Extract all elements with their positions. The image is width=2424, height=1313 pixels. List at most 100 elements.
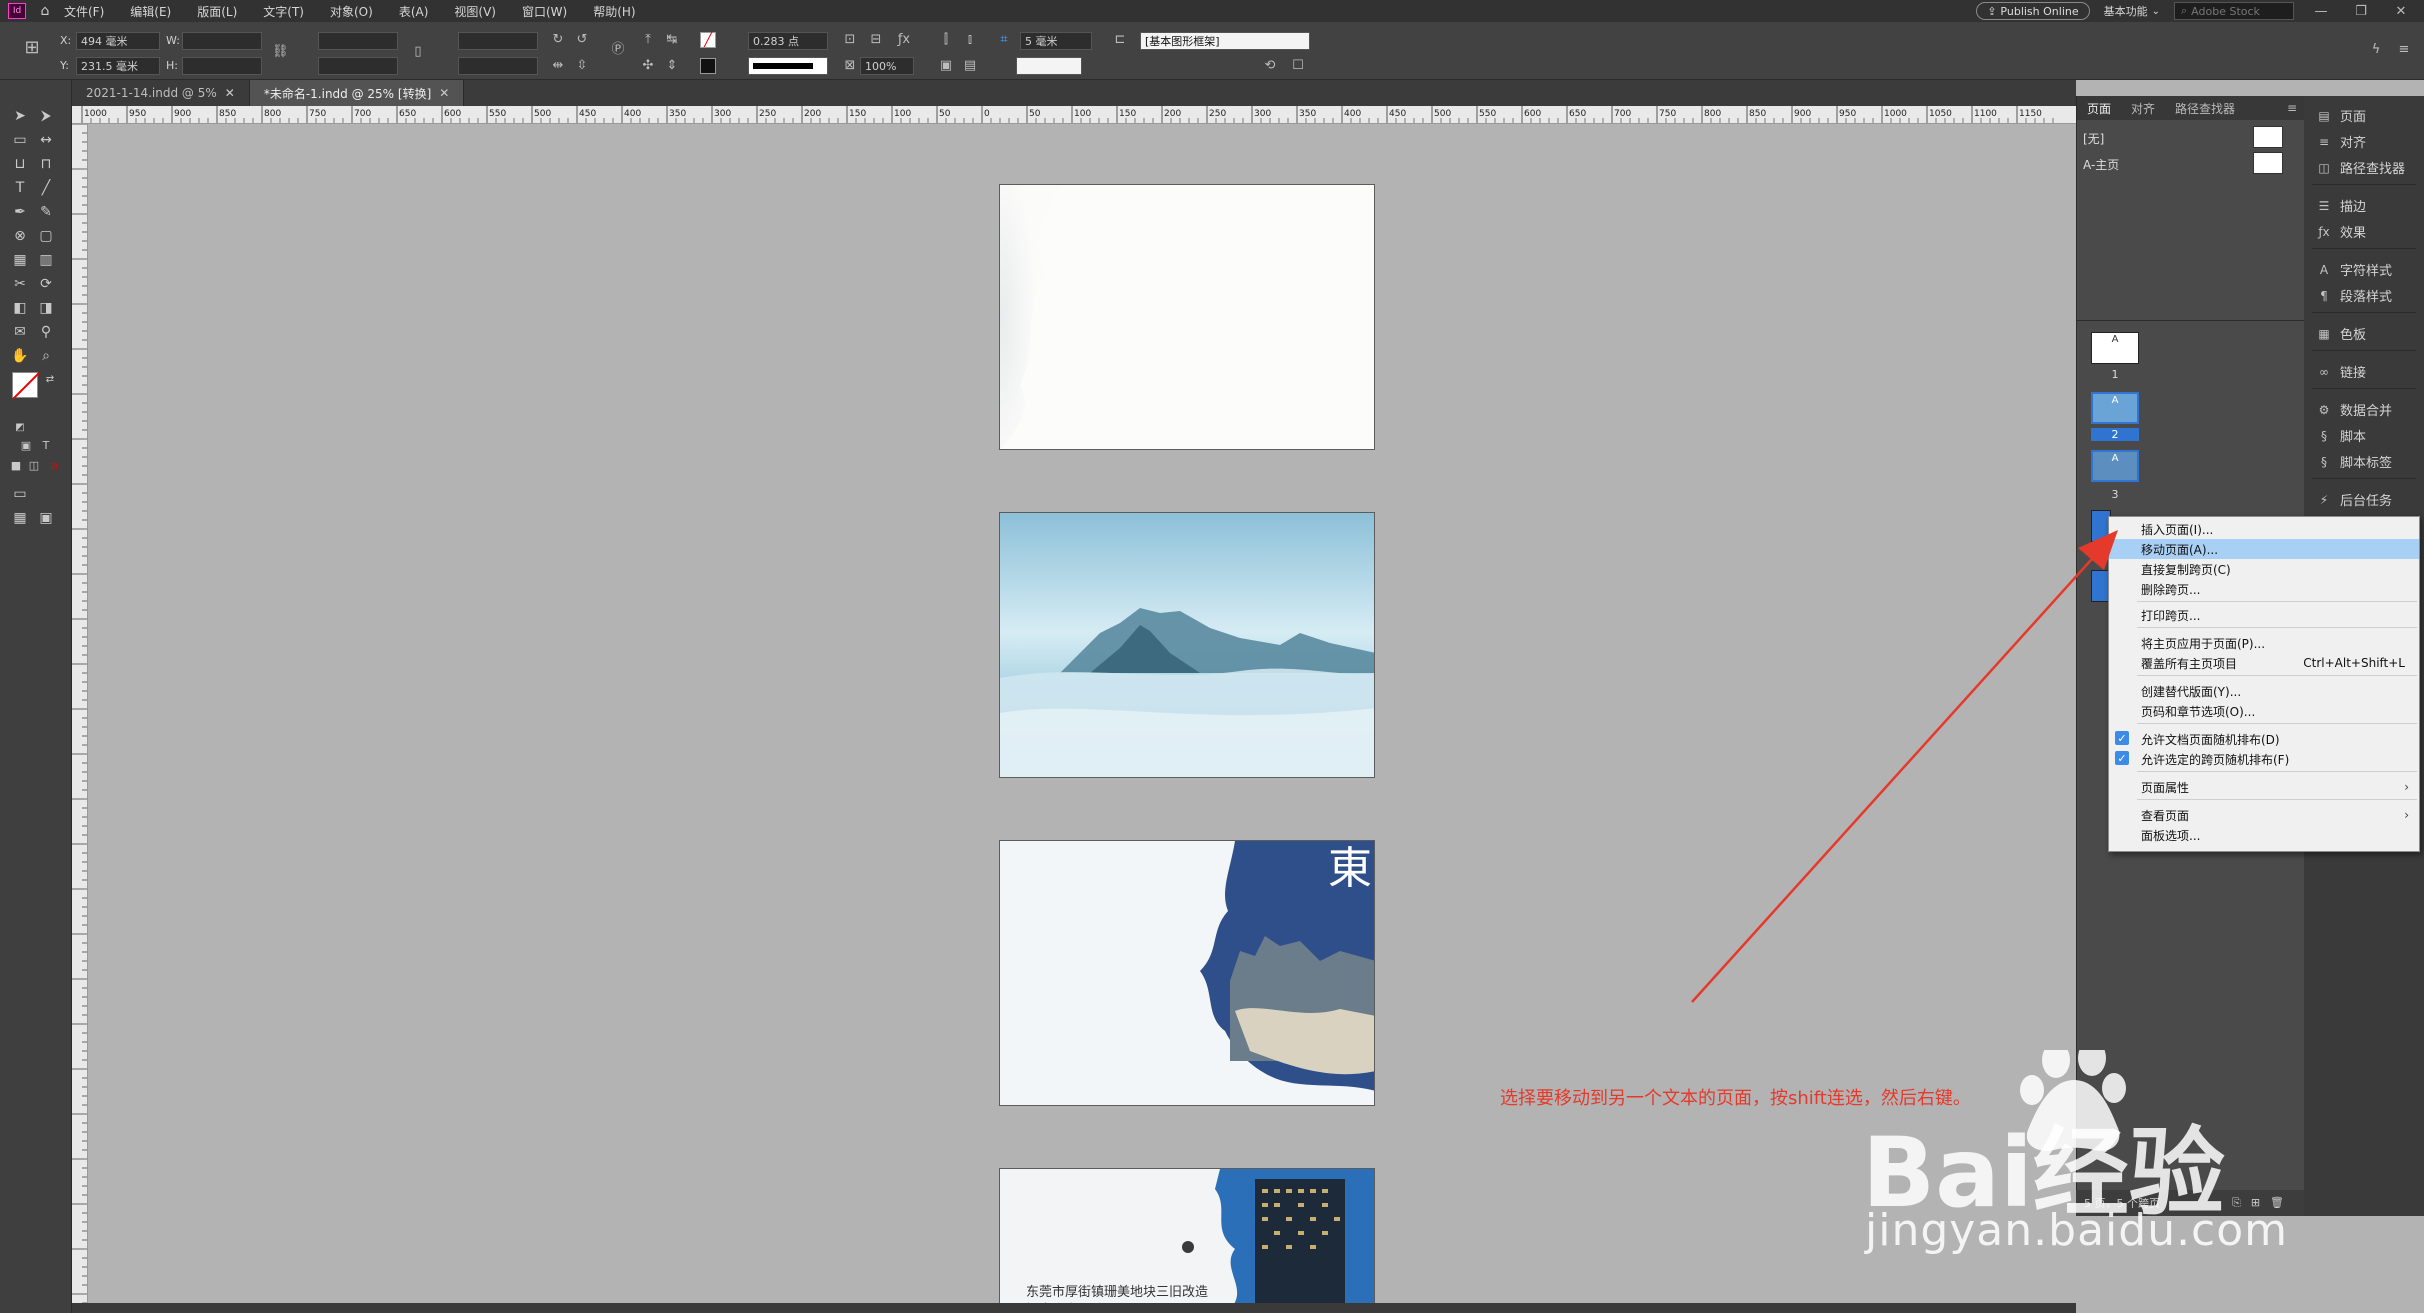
fill-color-icon[interactable] [12, 372, 40, 400]
ellipse-frame-tool-icon[interactable]: ⊗ [10, 226, 30, 246]
master-none[interactable]: [无] [2083, 130, 2104, 147]
effects-icon[interactable]: ƒx [896, 32, 912, 48]
menu-object[interactable]: 对象(O) [330, 3, 373, 20]
select-next-icon[interactable]: ↹ [664, 32, 680, 48]
restore-icon[interactable]: ❐ [2348, 4, 2374, 19]
width-field[interactable] [182, 32, 262, 50]
tab-align[interactable]: 对齐 [2121, 100, 2165, 117]
selection-tool-icon[interactable]: ➤ [10, 106, 30, 126]
page-thumb-2[interactable]: A [2091, 392, 2139, 424]
view-mode-preview-icon[interactable]: ▣ [36, 508, 56, 528]
menu-print-spread[interactable]: 打印跨页... [2109, 605, 2419, 625]
frame-fitting-icon[interactable]: ⊡ [842, 32, 858, 48]
flip-vertical-icon[interactable]: ⇳ [574, 58, 590, 74]
reference-point-icon[interactable]: ⊞ [24, 39, 40, 57]
dock-item-pages[interactable]: ▤ 页面 [2316, 106, 2366, 126]
dock-item-effects[interactable]: ƒx 效果 [2316, 222, 2366, 242]
dock-item-stroke[interactable]: ☰ 描边 [2316, 196, 2366, 216]
menu-create-alternate-layout[interactable]: 创建替代版面(Y)... [2109, 681, 2419, 701]
opacity-field[interactable]: 100% [860, 57, 914, 75]
gap-tool-icon-2[interactable]: ↔ [36, 130, 56, 150]
object-style-select[interactable]: [基本图形框架] [1140, 32, 1310, 50]
panel-menu-icon[interactable]: ≡ [2279, 101, 2305, 115]
type-tool-icon[interactable]: T [10, 178, 30, 198]
pencil-tool-icon[interactable]: ✎ [36, 202, 56, 222]
align-to-icon[interactable]: ▤ [962, 58, 978, 74]
dock-item-swatches[interactable]: ▦ 色板 [2316, 324, 2366, 344]
content-placer-icon[interactable]: ⊓ [36, 154, 56, 174]
menu-delete-spread[interactable]: 删除跨页... [2109, 579, 2419, 599]
page-tool-icon[interactable]: ▭ [10, 130, 30, 150]
y-field[interactable]: 231.5 毫米 [76, 57, 160, 75]
menu-panel-options[interactable]: 面板选项... [2109, 825, 2419, 845]
table-tool-icon[interactable]: ▦ [10, 250, 30, 270]
grid-tool-icon[interactable]: ▥ [36, 250, 56, 270]
master-a-thumb[interactable] [2253, 152, 2283, 174]
redefine-style-icon[interactable]: ☐ [1290, 58, 1306, 74]
distribute-icon[interactable]: ▣ [938, 58, 954, 74]
menu-help[interactable]: 帮助(H) [593, 3, 635, 20]
menu-apply-master[interactable]: 将主页应用于页面(P)... [2109, 633, 2419, 653]
tab-document-2[interactable]: *未命名-1.indd @ 25% [转换] ✕ [249, 80, 465, 106]
screen-mode-icon[interactable]: ▭ [10, 484, 30, 504]
tab-pages[interactable]: 页面 [2077, 100, 2121, 117]
constrain-scale-icon[interactable]: ▯ [410, 44, 426, 60]
note-tool-icon[interactable]: ✉ [10, 322, 30, 342]
clear-overrides-icon[interactable]: ⟲ [1262, 58, 1278, 74]
scale-x-field[interactable] [318, 32, 398, 50]
adobe-stock-search-input[interactable]: ⌕ Adobe Stock [2174, 2, 2294, 20]
apply-color-icon[interactable]: ■ [6, 456, 26, 476]
panel-menu-icon[interactable]: ≡ [2396, 42, 2412, 58]
constrain-proportions-icon[interactable]: ⛓ [272, 44, 289, 60]
menu-override-master-items[interactable]: 覆盖所有主页项目 Ctrl+Alt+Shift+L [2109, 653, 2419, 673]
menu-window[interactable]: 窗口(W) [522, 3, 567, 20]
eyedropper-tool-icon[interactable]: ⚲ [36, 322, 56, 342]
dock-item-background-tasks[interactable]: ⚡ 后台任务 [2316, 490, 2392, 510]
rectangle-tool-icon[interactable]: ▢ [36, 226, 56, 246]
minimize-icon[interactable]: — [2308, 4, 2334, 19]
formatting-container-icon[interactable]: ▣ [16, 436, 36, 456]
workspace-switcher[interactable]: 基本功能 [2104, 3, 2148, 19]
dock-item-data-merge[interactable]: ⚙ 数据合并 [2316, 400, 2392, 420]
select-container-icon[interactable]: ⇕ [664, 58, 680, 74]
select-content-icon[interactable]: ✣ [640, 58, 656, 74]
dock-item-scripts[interactable]: § 脚本 [2316, 426, 2366, 446]
gap-tool-icon[interactable]: ⌗ [996, 32, 1012, 48]
horizontal-ruler[interactable]: 1000 950 900 850 800 750 700 650 600 550 500 450 400… [72, 106, 2076, 124]
pen-tool-icon[interactable]: ✒ [10, 202, 30, 222]
menu-type[interactable]: 文字(T) [263, 3, 304, 20]
page-thumb-1[interactable]: A [2091, 332, 2139, 364]
document-page-3[interactable]: 東 [999, 840, 1375, 1106]
menu-page-attributes[interactable]: 页面属性 › [2109, 777, 2419, 797]
formatting-text-icon[interactable]: T [36, 436, 56, 456]
rotate-cw-icon[interactable]: ↻ [550, 32, 566, 48]
menu-view[interactable]: 视图(V) [454, 3, 496, 20]
master-none-thumb[interactable] [2253, 126, 2283, 148]
rotate-ccw-icon[interactable]: ↺ [574, 32, 590, 48]
align-center-icon[interactable]: ⫾ [962, 32, 978, 48]
stroke-swatch-icon[interactable] [700, 58, 716, 74]
menu-duplicate-spread[interactable]: 直接复制跨页(C) [2109, 559, 2419, 579]
menu-numbering-options[interactable]: 页码和章节选项(O)... [2109, 701, 2419, 721]
lightning-icon[interactable]: ϟ [2368, 42, 2384, 58]
menu-table[interactable]: 表(A) [399, 3, 429, 20]
dock-item-links[interactable]: ∞ 链接 [2316, 362, 2366, 382]
dock-item-pathfinder[interactable]: ◫ 路径查找器 [2316, 158, 2405, 178]
page-thumb-3[interactable]: A [2091, 450, 2139, 482]
document-page-2[interactable] [999, 512, 1375, 778]
menu-move-pages[interactable]: 移动页面(A)... [2109, 539, 2419, 559]
zoom-tool-icon[interactable]: ⌕ [36, 346, 56, 366]
stroke-color-field[interactable] [1016, 57, 1082, 75]
menu-allow-selected-shuffle[interactable]: ✓ 允许选定的跨页随机排布(F) [2109, 749, 2419, 769]
close-tab-icon[interactable]: ✕ [225, 86, 235, 100]
menu-file[interactable]: 文件(F) [64, 3, 104, 20]
fill-swatch-icon[interactable]: ╱ [700, 32, 716, 48]
apply-gradient-icon[interactable]: ◫ [24, 456, 44, 476]
document-page-4[interactable]: 东莞市厚街镇珊美地块三旧改造 概念方案设计 [999, 1168, 1375, 1308]
height-field[interactable] [182, 57, 262, 75]
free-transform-tool-icon[interactable]: ⟳ [36, 274, 56, 294]
close-tab-icon[interactable]: ✕ [439, 86, 449, 100]
menu-allow-document-shuffle[interactable]: ✓ 允许文档页面随机排布(D) [2109, 729, 2419, 749]
tab-pathfinder[interactable]: 路径查找器 [2165, 100, 2245, 117]
align-left-icon[interactable]: ⫿ [938, 32, 954, 48]
